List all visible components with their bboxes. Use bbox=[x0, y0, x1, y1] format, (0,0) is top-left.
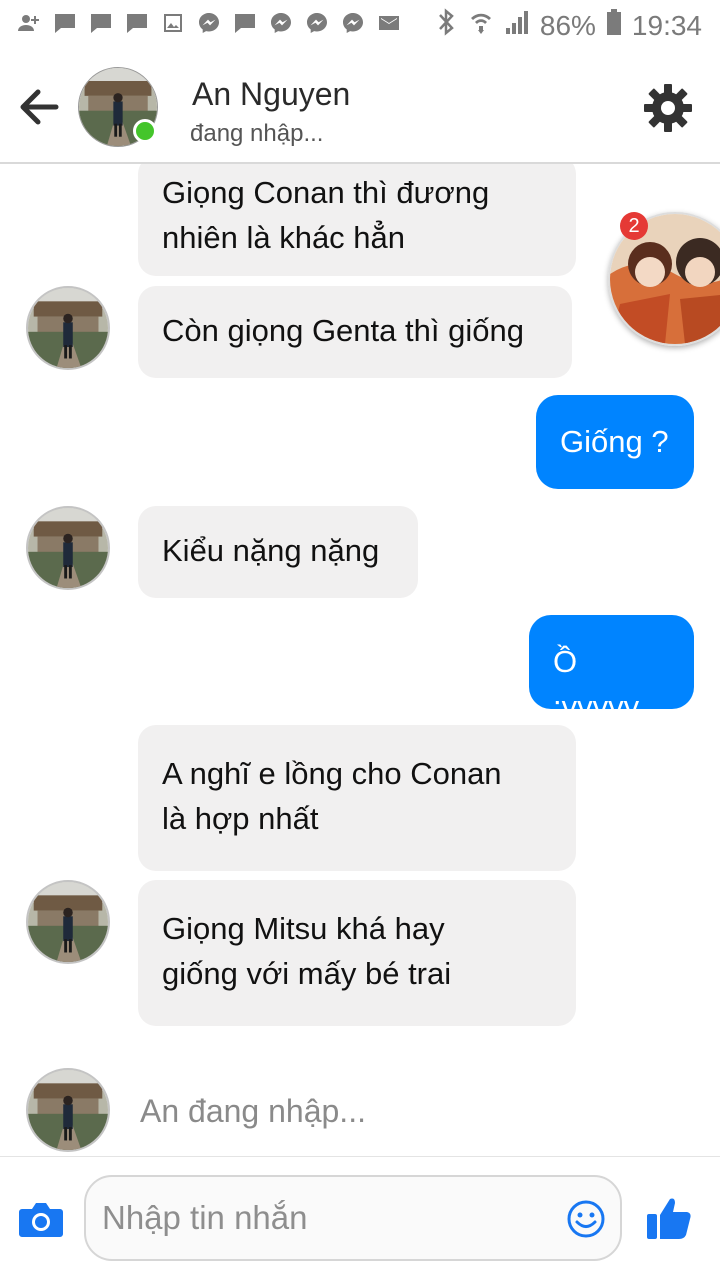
avatar-photo bbox=[28, 1070, 108, 1150]
messenger-icon bbox=[196, 10, 222, 36]
battery-icon bbox=[606, 8, 622, 43]
chat-head-badge: 2 bbox=[620, 212, 648, 240]
outgoing-message[interactable]: Ồ :vvvvv bbox=[529, 615, 694, 724]
sender-avatar[interactable] bbox=[26, 506, 110, 590]
incoming-message[interactable]: A nghĩ e lồng cho Conan là hợp nhất bbox=[138, 725, 576, 871]
message-icon bbox=[88, 10, 114, 36]
messenger-icon bbox=[340, 10, 366, 36]
outgoing-message[interactable]: Giống ? bbox=[536, 395, 694, 489]
status-bar: 86% 19:34 bbox=[0, 0, 720, 50]
typing-status: đang nhập... bbox=[190, 120, 324, 147]
wifi-icon bbox=[468, 8, 494, 43]
emoji-icon[interactable] bbox=[566, 1199, 606, 1239]
message-text: Ồ :vvvvv bbox=[553, 644, 640, 724]
avatar-photo bbox=[28, 508, 108, 588]
gear-icon[interactable] bbox=[642, 82, 694, 134]
message-icon bbox=[232, 10, 258, 36]
incoming-message[interactable]: Giọng Conan thì đương nhiên là khác hẳn bbox=[138, 164, 576, 276]
typing-indicator: An đang nhập... bbox=[140, 1093, 366, 1129]
thumbs-up-icon[interactable] bbox=[644, 1193, 694, 1243]
message-text: là hợp nhất bbox=[162, 801, 319, 836]
incoming-message[interactable]: Còn giọng Genta thì giống bbox=[138, 286, 572, 378]
mail-icon bbox=[376, 10, 402, 36]
incoming-message[interactable]: Giọng Mitsu khá hay giống với mấy bé tra… bbox=[138, 880, 576, 1026]
camera-icon[interactable] bbox=[18, 1199, 64, 1239]
message-text: A nghĩ e lồng cho Conan bbox=[162, 756, 502, 791]
messenger-icon bbox=[268, 10, 294, 36]
back-arrow-icon[interactable] bbox=[18, 86, 60, 128]
battery-percent: 86% bbox=[539, 9, 596, 41]
message-text: Giọng Conan thì đương bbox=[162, 175, 490, 210]
bluetooth-icon bbox=[436, 8, 458, 43]
contact-name[interactable]: An Nguyen bbox=[192, 76, 350, 113]
message-text: giống với mấy bé trai bbox=[162, 956, 452, 991]
message-text: Kiểu nặng nặng bbox=[162, 533, 380, 568]
message-text: nhiên là khác hẳn bbox=[162, 220, 406, 255]
notification-icons bbox=[16, 10, 402, 36]
add-friend-icon bbox=[16, 10, 42, 36]
sender-avatar[interactable] bbox=[26, 1068, 110, 1152]
sender-avatar[interactable] bbox=[26, 880, 110, 964]
message-icon bbox=[52, 10, 78, 36]
message-icon bbox=[124, 10, 150, 36]
image-icon bbox=[160, 10, 186, 36]
status-indicators: 86% 19:34 bbox=[436, 8, 702, 43]
message-text: Giọng Mitsu khá hay bbox=[162, 911, 445, 946]
message-composer: Nhập tin nhắn bbox=[0, 1156, 720, 1281]
message-input[interactable]: Nhập tin nhắn bbox=[84, 1175, 622, 1261]
avatar-photo bbox=[28, 288, 108, 368]
clock: 19:34 bbox=[631, 9, 702, 41]
sender-avatar[interactable] bbox=[26, 286, 110, 370]
online-status-dot bbox=[133, 119, 157, 143]
conversation-header: An Nguyen đang nhập... bbox=[0, 50, 720, 164]
incoming-message[interactable]: Kiểu nặng nặng bbox=[138, 506, 418, 598]
message-text: Giống ? bbox=[560, 424, 669, 459]
avatar-photo bbox=[28, 882, 108, 962]
messenger-icon bbox=[304, 10, 330, 36]
signal-icon bbox=[504, 8, 530, 43]
message-list[interactable]: Giọng Conan thì đương nhiên là khác hẳn … bbox=[0, 164, 720, 1154]
message-input-placeholder: Nhập tin nhắn bbox=[102, 1199, 308, 1236]
message-text: Còn giọng Genta thì giống bbox=[162, 313, 524, 348]
